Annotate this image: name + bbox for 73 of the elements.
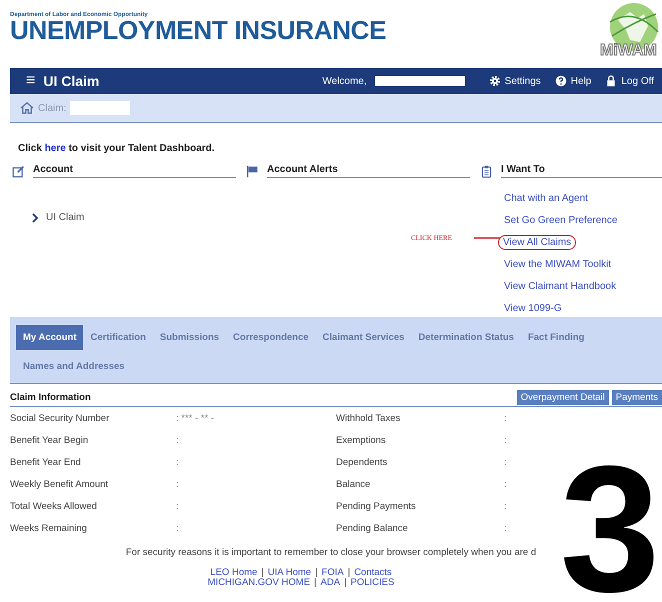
- security-notice: For security reasons it is important to remember to close your browser completely when you are d: [126, 547, 536, 558]
- nav-link[interactable]: Log Off: [605, 75, 654, 87]
- panel-title: Account Alerts: [267, 164, 470, 178]
- field-value: :: [176, 434, 180, 446]
- i-want-to-link[interactable]: View Claimant Handbook: [502, 280, 618, 293]
- flag-icon: [246, 165, 259, 178]
- talent-dashboard-text: Click here to visit your Talent Dashboard.: [18, 143, 216, 154]
- chevron-icon: [32, 212, 38, 222]
- panel-title: I Want To: [501, 164, 662, 178]
- field-label: Dependents: [336, 456, 388, 468]
- field-label: Pending Payments: [336, 500, 417, 512]
- link-separator: |: [348, 568, 350, 578]
- link-separator: |: [344, 578, 347, 588]
- menu-icon[interactable]: ≡: [26, 72, 36, 90]
- field-label: Balance: [336, 478, 372, 490]
- step-number: 3: [560, 460, 660, 600]
- field-value: :: [504, 500, 508, 512]
- footer-link[interactable]: ADA: [320, 578, 340, 588]
- here-link[interactable]: here: [44, 143, 66, 154]
- field-label: Exemptions: [336, 434, 387, 446]
- panel-title: Account: [33, 164, 236, 178]
- field-label: Benefit Year Begin: [10, 434, 90, 446]
- field-value: :: [176, 478, 180, 490]
- field-label: Weekly Benefit Amount: [10, 478, 110, 490]
- breadcrumb-label: Claim:: [38, 102, 66, 114]
- field-value: :: [504, 478, 508, 490]
- link-separator: |: [315, 568, 318, 578]
- link-separator: |: [261, 568, 264, 578]
- footer-link[interactable]: MICHIGAN.GOV HOME: [208, 578, 310, 588]
- footer-link[interactable]: FOIA: [322, 568, 344, 578]
- field-value: :: [504, 434, 508, 446]
- field-value: : *** - ** -: [176, 412, 216, 424]
- help-icon: [554, 75, 567, 87]
- field-value: :: [504, 412, 508, 424]
- field-value: :: [504, 522, 508, 534]
- footer-link[interactable]: LEO Home: [210, 568, 258, 578]
- claim-action-button[interactable]: Overpayment Detail: [516, 390, 609, 404]
- i-want-to-link[interactable]: View the MIWAM Toolkit: [502, 258, 614, 271]
- settings-icon: [488, 75, 501, 87]
- field-value: :: [176, 500, 180, 512]
- lock-icon: [605, 75, 618, 87]
- nav-tab[interactable]: My Account: [16, 325, 84, 350]
- edit-icon: [12, 165, 25, 178]
- nav-link[interactable]: Help: [554, 75, 592, 87]
- footer-link[interactable]: Contacts: [354, 568, 392, 578]
- i-want-to-link[interactable]: View All Claims: [498, 235, 576, 250]
- link-separator: |: [314, 578, 317, 588]
- home-icon[interactable]: [20, 102, 34, 114]
- redacted-claim: [70, 101, 130, 115]
- field-value: :: [176, 522, 180, 534]
- field-label: Withhold Taxes: [336, 412, 402, 424]
- section-title: Claim Information: [10, 392, 91, 402]
- field-label: Social Security Number: [10, 412, 110, 424]
- footer-link[interactable]: UIA Home: [268, 568, 312, 578]
- claim-action-button[interactable]: Payments: [612, 390, 662, 404]
- i-want-to-link[interactable]: View 1099-G: [502, 302, 564, 315]
- i-want-to-link[interactable]: Chat with an Agent: [502, 192, 590, 205]
- nav-link[interactable]: Settings: [488, 75, 541, 87]
- site-title: UNEMPLOYMENT INSURANCE: [10, 18, 386, 42]
- field-label: Benefit Year End: [10, 456, 82, 468]
- field-value: :: [504, 456, 508, 468]
- claim-title: UI Claim: [43, 73, 100, 89]
- annotation-line: [474, 236, 500, 240]
- field-value: :: [176, 456, 180, 468]
- miwam-logo: MiWAM: [600, 2, 662, 62]
- clipboard-icon: [480, 165, 493, 178]
- field-label: Weeks Remaining: [10, 522, 88, 534]
- footer-link[interactable]: POLICIES: [350, 578, 394, 588]
- field-label: Pending Balance: [336, 522, 409, 534]
- account-tree-item[interactable]: UI Claim: [32, 212, 236, 223]
- welcome-text: Welcome,: [322, 76, 367, 86]
- field-label: Total Weeks Allowed: [10, 500, 98, 512]
- i-want-to-link[interactable]: Set Go Green Preference: [502, 214, 620, 227]
